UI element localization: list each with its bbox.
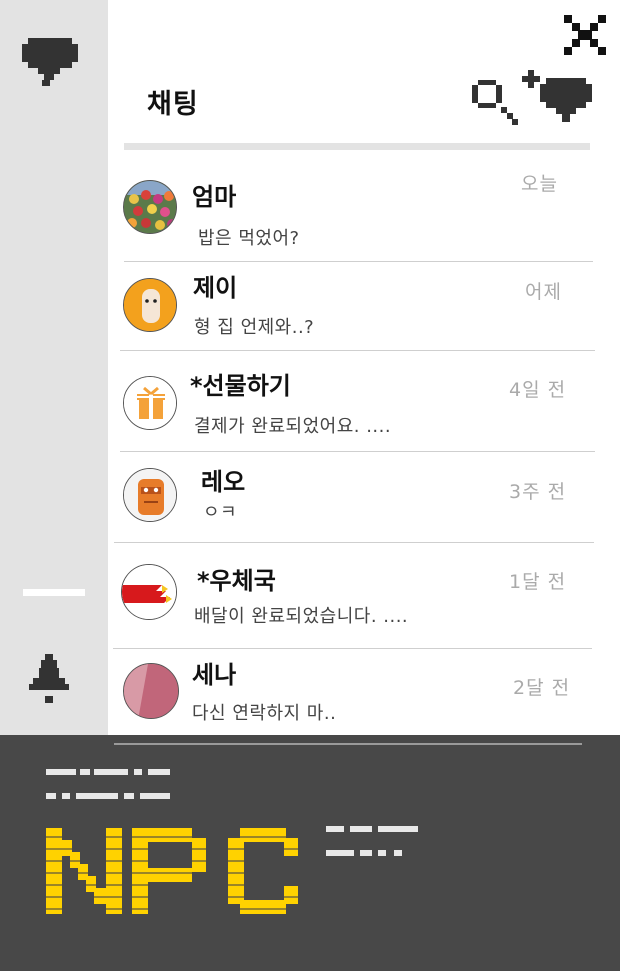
- avatar: [123, 278, 177, 332]
- avatar: [123, 663, 179, 719]
- chat-time: 오늘: [521, 173, 558, 195]
- add-chat-icon[interactable]: [472, 70, 592, 128]
- chat-preview: 다신 연락하지 마..: [192, 703, 337, 724]
- chat-row-post-office[interactable]: *우체국 배달이 완료되었습니다. .... 1달 전: [0, 543, 620, 649]
- chat-time: 4일 전: [509, 379, 567, 401]
- chat-time: 1달 전: [509, 571, 567, 593]
- pink-circle-avatar-image: [124, 664, 178, 718]
- chat-preview: 밥은 먹었어?: [198, 228, 300, 249]
- chat-time: 어제: [525, 281, 562, 303]
- close-icon[interactable]: [564, 15, 606, 55]
- tulips-avatar-image: [124, 181, 176, 233]
- chat-name: 세나: [192, 661, 237, 689]
- header-divider: [124, 143, 590, 150]
- npc-logo: [40, 769, 418, 914]
- avatar: [123, 468, 177, 522]
- chat-name: 제이: [193, 274, 238, 302]
- post-office-logo-icon: [122, 565, 176, 619]
- footer-banner: [0, 735, 620, 971]
- character-avatar-image: [124, 279, 176, 331]
- chat-preview: 배달이 완료되었습니다. ....: [194, 606, 409, 627]
- avatar: [123, 376, 177, 430]
- chat-row-jay[interactable]: 제이 형 집 언제와..? 어제: [0, 262, 620, 351]
- chat-name: *우체국: [197, 567, 276, 595]
- chat-preview: 결제가 완료되었어요. ....: [194, 416, 392, 437]
- chat-time: 2달 전: [513, 677, 571, 699]
- chat-preview: 형 집 언제와..?: [194, 317, 315, 338]
- chat-bubble-icon[interactable]: [22, 38, 78, 88]
- chat-row-mom[interactable]: 엄마 밥은 먹었어? 오늘: [0, 160, 620, 262]
- chat-row-leo[interactable]: 레오 ㅇㅋ 3주 전: [0, 452, 620, 543]
- chat-time: 3주 전: [509, 481, 567, 503]
- chat-row-sena[interactable]: 세나 다신 연락하지 마.. 2달 전: [0, 649, 620, 735]
- avatar: [121, 564, 177, 620]
- avatar: [123, 180, 177, 234]
- chat-name: 엄마: [192, 183, 237, 211]
- chat-name: *선물하기: [190, 372, 291, 400]
- chat-name: 레오: [201, 468, 246, 496]
- gift-box-icon: [124, 377, 176, 429]
- chat-row-gift[interactable]: *선물하기 결제가 완료되었어요. .... 4일 전: [0, 351, 620, 452]
- page-title: 채팅: [147, 89, 199, 120]
- robot-avatar-image: [124, 469, 176, 521]
- chat-preview: ㅇㅋ: [203, 502, 238, 523]
